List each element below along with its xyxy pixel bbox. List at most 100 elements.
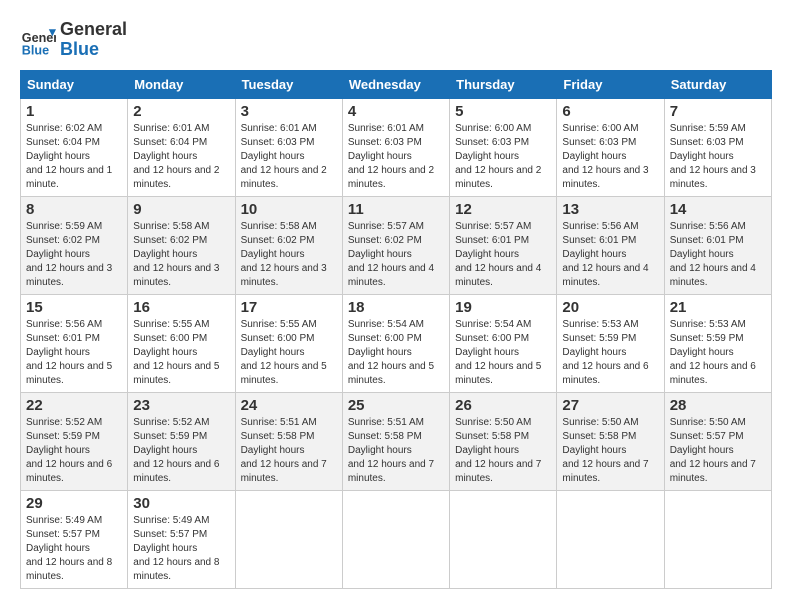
weekday-header-monday: Monday — [128, 70, 235, 98]
day-number: 28 — [670, 397, 766, 414]
calendar-cell: 24 Sunrise: 5:51 AMSunset: 5:58 PMDayligh… — [235, 392, 342, 490]
calendar-cell: 12 Sunrise: 5:57 AMSunset: 6:01 PMDayligh… — [450, 196, 557, 294]
day-info: Sunrise: 5:56 AMSunset: 6:01 PMDaylight … — [562, 220, 658, 290]
calendar-cell: 26 Sunrise: 5:50 AMSunset: 5:58 PMDayligh… — [450, 392, 557, 490]
day-number: 5 — [455, 103, 551, 120]
day-number: 10 — [241, 201, 337, 218]
day-number: 22 — [26, 397, 122, 414]
day-number: 8 — [26, 201, 122, 218]
calendar-cell: 3 Sunrise: 6:01 AMSunset: 6:03 PMDaylight… — [235, 98, 342, 196]
day-info: Sunrise: 6:01 AMSunset: 6:03 PMDaylight … — [241, 122, 337, 192]
svg-text:Blue: Blue — [22, 43, 49, 57]
day-info: Sunrise: 5:56 AMSunset: 6:01 PMDaylight … — [26, 318, 122, 388]
day-info: Sunrise: 6:02 AMSunset: 6:04 PMDaylight … — [26, 122, 122, 192]
calendar-cell: 8 Sunrise: 5:59 AMSunset: 6:02 PMDaylight… — [21, 196, 128, 294]
calendar-cell — [450, 490, 557, 588]
weekday-header-tuesday: Tuesday — [235, 70, 342, 98]
calendar-week-1: 1 Sunrise: 6:02 AMSunset: 6:04 PMDaylight… — [21, 98, 772, 196]
logo-icon: General Blue — [20, 22, 56, 58]
calendar-cell: 23 Sunrise: 5:52 AMSunset: 5:59 PMDayligh… — [128, 392, 235, 490]
day-info: Sunrise: 5:53 AMSunset: 5:59 PMDaylight … — [670, 318, 766, 388]
calendar-cell: 29 Sunrise: 5:49 AMSunset: 5:57 PMDayligh… — [21, 490, 128, 588]
day-number: 23 — [133, 397, 229, 414]
calendar-cell: 17 Sunrise: 5:55 AMSunset: 6:00 PMDayligh… — [235, 294, 342, 392]
calendar-cell: 19 Sunrise: 5:54 AMSunset: 6:00 PMDayligh… — [450, 294, 557, 392]
day-number: 16 — [133, 299, 229, 316]
day-number: 15 — [26, 299, 122, 316]
calendar-cell: 4 Sunrise: 6:01 AMSunset: 6:03 PMDaylight… — [342, 98, 449, 196]
weekday-header-sunday: Sunday — [21, 70, 128, 98]
day-info: Sunrise: 5:51 AMSunset: 5:58 PMDaylight … — [241, 416, 337, 486]
calendar-cell: 2 Sunrise: 6:01 AMSunset: 6:04 PMDaylight… — [128, 98, 235, 196]
calendar-cell: 6 Sunrise: 6:00 AMSunset: 6:03 PMDaylight… — [557, 98, 664, 196]
day-info: Sunrise: 5:58 AMSunset: 6:02 PMDaylight … — [241, 220, 337, 290]
calendar-cell — [342, 490, 449, 588]
page-header: General Blue General Blue — [20, 20, 772, 60]
weekday-header-friday: Friday — [557, 70, 664, 98]
calendar-cell — [664, 490, 771, 588]
day-number: 27 — [562, 397, 658, 414]
day-number: 17 — [241, 299, 337, 316]
calendar-cell: 30Sunrise: 5:49 AMSunset: 5:57 PMDayligh… — [128, 490, 235, 588]
day-info: Sunrise: 5:57 AMSunset: 6:02 PMDaylight … — [348, 220, 444, 290]
day-info: Sunrise: 5:49 AMSunset: 5:57 PMDaylight … — [26, 514, 122, 584]
day-info: Sunrise: 5:50 AMSunset: 5:58 PMDaylight … — [562, 416, 658, 486]
day-number: 7 — [670, 103, 766, 120]
day-info: Sunrise: 5:52 AMSunset: 5:59 PMDaylight … — [133, 416, 229, 486]
day-info: Sunrise: 5:55 AMSunset: 6:00 PMDaylight … — [241, 318, 337, 388]
day-info: Sunrise: 6:00 AMSunset: 6:03 PMDaylight … — [562, 122, 658, 192]
day-info: Sunrise: 5:54 AMSunset: 6:00 PMDaylight … — [348, 318, 444, 388]
day-number: 19 — [455, 299, 551, 316]
day-number: 21 — [670, 299, 766, 316]
day-info: Sunrise: 5:59 AMSunset: 6:03 PMDaylight … — [670, 122, 766, 192]
calendar-cell: 5 Sunrise: 6:00 AMSunset: 6:03 PMDaylight… — [450, 98, 557, 196]
calendar-cell: 14Sunrise: 5:56 AMSunset: 6:01 PMDayligh… — [664, 196, 771, 294]
calendar-week-5: 29 Sunrise: 5:49 AMSunset: 5:57 PMDayligh… — [21, 490, 772, 588]
calendar-cell: 20 Sunrise: 5:53 AMSunset: 5:59 PMDayligh… — [557, 294, 664, 392]
calendar-cell: 9 Sunrise: 5:58 AMSunset: 6:02 PMDaylight… — [128, 196, 235, 294]
calendar-table: SundayMondayTuesdayWednesdayThursdayFrid… — [20, 70, 772, 589]
weekday-header-row: SundayMondayTuesdayWednesdayThursdayFrid… — [21, 70, 772, 98]
day-number: 24 — [241, 397, 337, 414]
day-number: 29 — [26, 495, 122, 512]
calendar-week-4: 22 Sunrise: 5:52 AMSunset: 5:59 PMDayligh… — [21, 392, 772, 490]
calendar-cell: 18 Sunrise: 5:54 AMSunset: 6:00 PMDayligh… — [342, 294, 449, 392]
day-info: Sunrise: 5:55 AMSunset: 6:00 PMDaylight … — [133, 318, 229, 388]
day-info: Sunrise: 5:54 AMSunset: 6:00 PMDaylight … — [455, 318, 551, 388]
calendar-cell: 28Sunrise: 5:50 AMSunset: 5:57 PMDayligh… — [664, 392, 771, 490]
calendar-cell: 25Sunrise: 5:51 AMSunset: 5:58 PMDayligh… — [342, 392, 449, 490]
day-number: 2 — [133, 103, 229, 120]
day-number: 3 — [241, 103, 337, 120]
day-number: 26 — [455, 397, 551, 414]
day-info: Sunrise: 5:58 AMSunset: 6:02 PMDaylight … — [133, 220, 229, 290]
calendar-cell: 1 Sunrise: 6:02 AMSunset: 6:04 PMDaylight… — [21, 98, 128, 196]
day-number: 1 — [26, 103, 122, 120]
weekday-header-wednesday: Wednesday — [342, 70, 449, 98]
day-number: 9 — [133, 201, 229, 218]
calendar-cell: 7 Sunrise: 5:59 AMSunset: 6:03 PMDaylight… — [664, 98, 771, 196]
day-info: Sunrise: 5:57 AMSunset: 6:01 PMDaylight … — [455, 220, 551, 290]
logo: General Blue General Blue — [20, 20, 127, 60]
day-number: 4 — [348, 103, 444, 120]
calendar-cell — [235, 490, 342, 588]
day-number: 14 — [670, 201, 766, 218]
calendar-week-3: 15 Sunrise: 5:56 AMSunset: 6:01 PMDayligh… — [21, 294, 772, 392]
day-info: Sunrise: 6:01 AMSunset: 6:04 PMDaylight … — [133, 122, 229, 192]
day-info: Sunrise: 6:01 AMSunset: 6:03 PMDaylight … — [348, 122, 444, 192]
day-number: 18 — [348, 299, 444, 316]
day-info: Sunrise: 5:51 AMSunset: 5:58 PMDaylight … — [348, 416, 444, 486]
day-number: 6 — [562, 103, 658, 120]
calendar-cell: 22 Sunrise: 5:52 AMSunset: 5:59 PMDayligh… — [21, 392, 128, 490]
day-info: Sunrise: 5:59 AMSunset: 6:02 PMDaylight … — [26, 220, 122, 290]
day-number: 12 — [455, 201, 551, 218]
day-info: Sunrise: 5:50 AMSunset: 5:58 PMDaylight … — [455, 416, 551, 486]
calendar-cell: 15 Sunrise: 5:56 AMSunset: 6:01 PMDayligh… — [21, 294, 128, 392]
day-number: 20 — [562, 299, 658, 316]
day-info: Sunrise: 5:53 AMSunset: 5:59 PMDaylight … — [562, 318, 658, 388]
day-info: Sunrise: 5:52 AMSunset: 5:59 PMDaylight … — [26, 416, 122, 486]
calendar-cell: 10 Sunrise: 5:58 AMSunset: 6:02 PMDayligh… — [235, 196, 342, 294]
calendar-cell: 16 Sunrise: 5:55 AMSunset: 6:00 PMDayligh… — [128, 294, 235, 392]
calendar-cell: 27 Sunrise: 5:50 AMSunset: 5:58 PMDayligh… — [557, 392, 664, 490]
day-info: Sunrise: 6:00 AMSunset: 6:03 PMDaylight … — [455, 122, 551, 192]
calendar-cell — [557, 490, 664, 588]
